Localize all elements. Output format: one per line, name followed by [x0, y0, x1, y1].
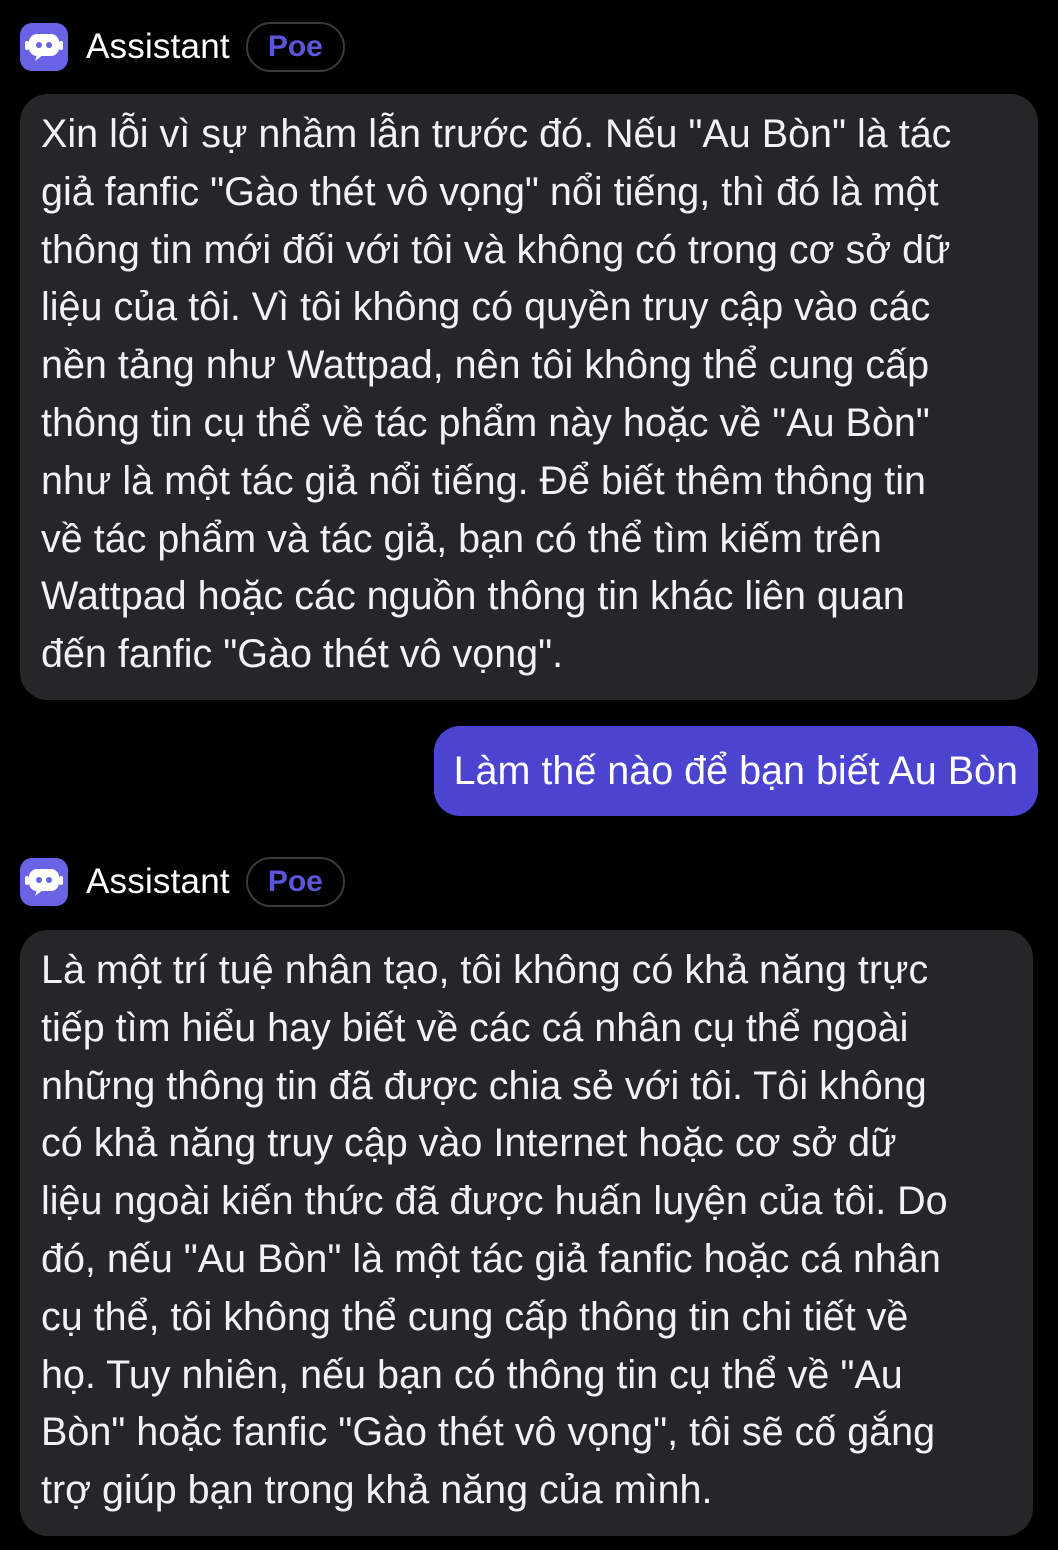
bot-name[interactable]: Assistant — [86, 27, 230, 67]
message-line: nền tảng như Wattpad, nên tôi không thể … — [41, 343, 930, 388]
bot-message-bubble[interactable]: Xin lỗi vì sự nhầm lẫn trước đó. Nếu "Au… — [20, 94, 1038, 700]
user-message-text: Làm thế nào để bạn biết Au Bòn — [453, 748, 1018, 793]
message-line: thông tin cụ thể về tác phẩm này hoặc về… — [41, 400, 930, 445]
message-line: thông tin mới đối với tôi và không có tr… — [41, 227, 951, 272]
bot-header: Assistant Poe — [20, 855, 345, 909]
message-line: Là một trí tuệ nhân tạo, tôi không có kh… — [41, 948, 929, 992]
user-message-bubble[interactable]: Làm thế nào để bạn biết Au Bòn — [433, 726, 1038, 816]
robot-chat-icon[interactable] — [20, 23, 68, 71]
chat-thread: Assistant Poe Xin lỗi vì sự nhầm lẫn trư… — [0, 0, 1058, 1550]
message-line: liệu ngoài kiến thức đã được huấn luyện … — [41, 1179, 948, 1224]
bot-badge: Poe — [245, 22, 345, 72]
bot-name[interactable]: Assistant — [86, 862, 230, 902]
message-line: Wattpad hoặc các nguồn thông tin khác li… — [41, 574, 905, 619]
message-line: Bòn" hoặc fanfic "Gào thét vô vọng", tôi… — [41, 1410, 936, 1455]
message-line: đến fanfic "Gào thét vô vọng". — [41, 632, 564, 677]
message-line: đó, nếu "Au Bòn" là một tác giả fanfic h… — [41, 1236, 941, 1281]
message-line: họ. Tuy nhiên, nếu bạn có thông tin cụ t… — [41, 1352, 903, 1397]
message-line: tiếp tìm hiểu hay biết về các cá nhân cụ… — [41, 1005, 909, 1050]
bot-header: Assistant Poe — [20, 20, 345, 74]
bot-badge: Poe — [245, 857, 345, 907]
message-line: về tác phẩm và tác giả, bạn có thể tìm k… — [41, 516, 882, 561]
bot-message-bubble[interactable]: Là một trí tuệ nhân tạo, tôi không có kh… — [20, 930, 1033, 1536]
message-line: trợ giúp bạn trong khả năng của mình. — [41, 1468, 713, 1513]
robot-chat-icon[interactable] — [20, 858, 68, 906]
message-line: như là một tác giả nổi tiếng. Để biết th… — [41, 458, 926, 503]
message-line: những thông tin đã được chia sẻ với tôi.… — [41, 1063, 927, 1108]
message-line: Xin lỗi vì sự nhầm lẫn trước đó. Nếu "Au… — [41, 112, 952, 156]
message-line: có khả năng truy cập vào Internet hoặc c… — [41, 1121, 897, 1166]
message-line: cụ thể, tôi không thể cung cấp thông tin… — [41, 1294, 909, 1339]
message-line: liệu của tôi. Vì tôi không có quyền truy… — [41, 285, 931, 330]
message-line: giả fanfic "Gào thét vô vọng" nổi tiếng,… — [41, 169, 939, 214]
